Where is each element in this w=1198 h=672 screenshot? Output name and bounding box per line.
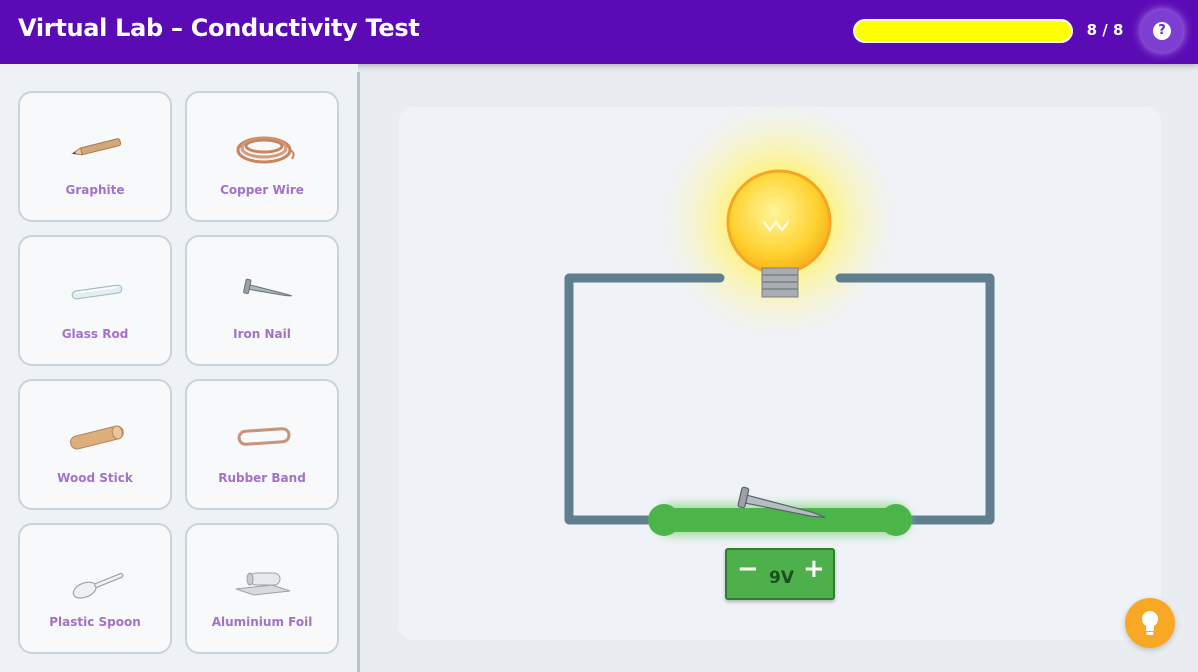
decrease-voltage-button[interactable]: −: [737, 554, 759, 584]
increase-voltage-button[interactable]: +: [803, 554, 825, 584]
circuit-diagram: [564, 102, 995, 537]
hint-button[interactable]: [1125, 598, 1175, 648]
voltage-value: 9V: [769, 568, 794, 588]
battery: − 9V +: [725, 548, 835, 600]
lightbulb-hint-icon: [1142, 611, 1158, 635]
